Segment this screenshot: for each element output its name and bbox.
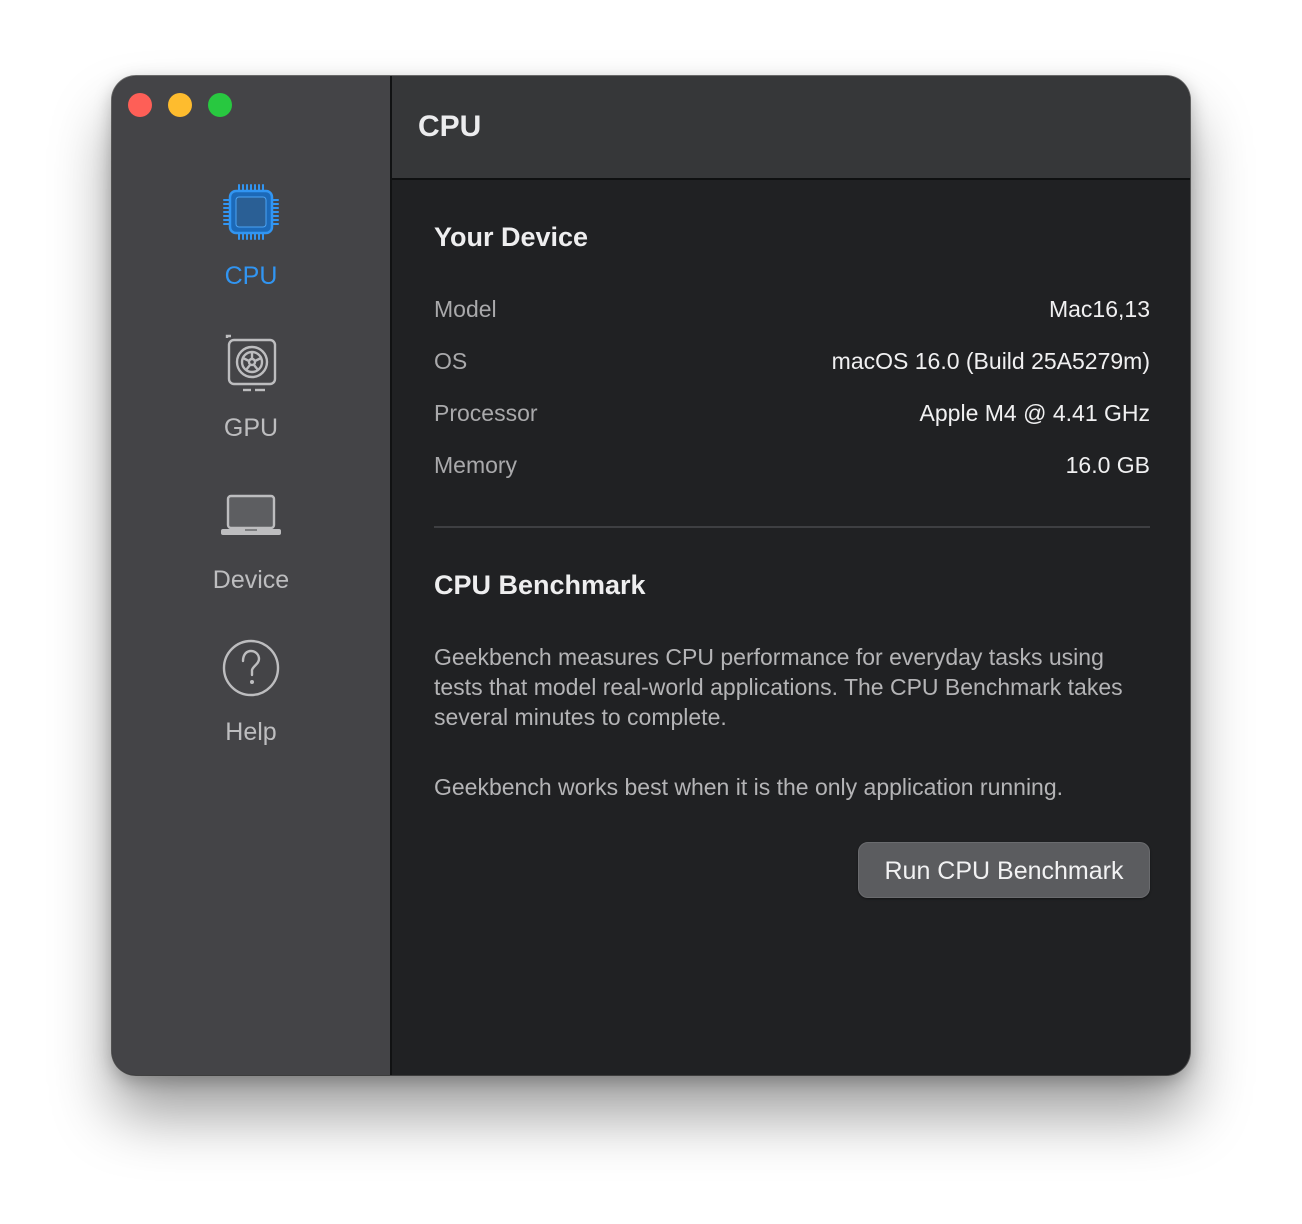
benchmark-note: Geekbench works best when it is the only… xyxy=(434,774,1064,800)
info-row-model: Model Mac16,13 xyxy=(434,296,1150,326)
info-value: macOS 16.0 (Build 25A5279m) xyxy=(831,348,1150,374)
question-mark-icon xyxy=(222,639,280,697)
info-value: Mac16,13 xyxy=(1048,296,1150,322)
info-label: Model xyxy=(434,296,497,322)
sidebar: CPU GPU Device Help xyxy=(112,76,392,1075)
info-row-memory: Memory 16.0 GB xyxy=(434,452,1150,482)
cpu-chip-icon xyxy=(223,184,279,240)
info-label: Memory xyxy=(434,452,518,478)
sidebar-item-device[interactable]: Device xyxy=(112,486,390,616)
sidebar-item-label: GPU xyxy=(223,414,279,442)
benchmark-description: Geekbench measures CPU performance for e… xyxy=(434,644,1123,730)
content-header: CPU xyxy=(392,76,1190,180)
device-section-title: Your Device xyxy=(434,222,589,252)
page-title: CPU xyxy=(418,110,482,143)
benchmark-section-title: CPU Benchmark xyxy=(434,570,646,600)
info-label: Processor xyxy=(434,400,538,426)
app-window: CPU GPU Device Help CPU Your Device Mode… xyxy=(112,76,1190,1075)
sidebar-item-label: Help xyxy=(225,718,277,746)
main-content: CPU Your Device Model Mac16,13 OS macOS … xyxy=(392,76,1190,1075)
sidebar-item-label: Device xyxy=(212,566,290,594)
sidebar-item-gpu[interactable]: GPU xyxy=(112,334,390,464)
window-minimize-button[interactable] xyxy=(168,93,192,117)
window-maximize-button[interactable] xyxy=(208,93,232,117)
laptop-icon xyxy=(221,494,281,535)
sidebar-item-help[interactable]: Help xyxy=(112,638,390,768)
info-label: OS xyxy=(434,348,468,374)
window-close-button[interactable] xyxy=(128,93,152,117)
info-row-processor: Processor Apple M4 @ 4.41 GHz xyxy=(434,400,1150,430)
section-divider xyxy=(434,526,1150,528)
gpu-card-icon xyxy=(225,334,277,392)
sidebar-item-cpu[interactable]: CPU xyxy=(112,182,390,312)
info-value: Apple M4 @ 4.41 GHz xyxy=(919,400,1150,426)
run-cpu-benchmark-button[interactable]: Run CPU Benchmark xyxy=(858,842,1150,898)
info-value: 16.0 GB xyxy=(1065,452,1150,478)
sidebar-item-label: CPU xyxy=(224,262,278,290)
info-row-os: OS macOS 16.0 (Build 25A5279m) xyxy=(434,348,1150,378)
